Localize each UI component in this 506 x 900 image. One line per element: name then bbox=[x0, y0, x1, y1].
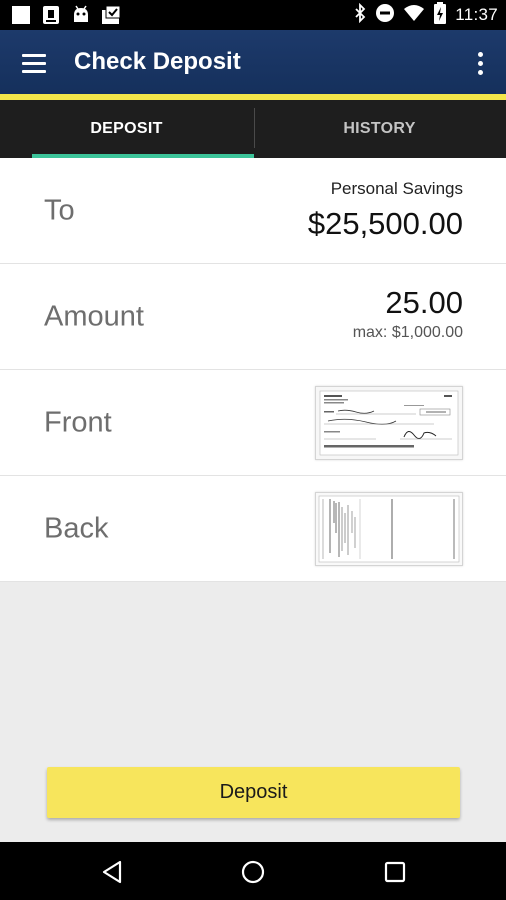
account-balance: $25,500.00 bbox=[307, 206, 463, 241]
tab-bar: DEPOSIT HISTORY bbox=[0, 100, 506, 158]
bluetooth-icon bbox=[353, 2, 367, 28]
amount-row[interactable]: Amount 25.00 max: $1,000.00 bbox=[0, 264, 506, 370]
tab-history[interactable]: HISTORY bbox=[253, 100, 506, 158]
sim-card-icon bbox=[40, 4, 62, 26]
notification-icons bbox=[10, 4, 122, 26]
to-label: To bbox=[44, 194, 75, 226]
back-image-row[interactable]: Back bbox=[0, 476, 506, 582]
check-back-image[interactable] bbox=[315, 492, 463, 566]
front-image-row[interactable]: Front bbox=[0, 370, 506, 476]
clock: 11:37 bbox=[455, 5, 498, 24]
battery-charging-icon bbox=[433, 1, 447, 29]
front-label: Front bbox=[44, 406, 112, 438]
do-not-disturb-icon bbox=[375, 3, 395, 28]
amount-max: max: $1,000.00 bbox=[352, 324, 463, 341]
amount-value: 25.00 bbox=[385, 285, 463, 320]
tab-deposit[interactable]: DEPOSIT bbox=[0, 100, 253, 158]
navigation-bar bbox=[0, 842, 506, 900]
photo-check-icon bbox=[100, 4, 122, 26]
status-bar: 11:37 bbox=[0, 0, 506, 30]
android-icon bbox=[70, 4, 92, 26]
app-bar: Check Deposit bbox=[0, 30, 506, 94]
system-icons: 11:37 bbox=[353, 0, 498, 30]
more-vert-icon[interactable] bbox=[468, 48, 492, 78]
page-title: Check Deposit bbox=[74, 48, 241, 75]
amount-label: Amount bbox=[44, 300, 144, 332]
check-front-image[interactable] bbox=[315, 386, 463, 460]
recents-icon[interactable] bbox=[373, 850, 417, 894]
wifi-icon bbox=[403, 3, 425, 28]
back-label: Back bbox=[44, 512, 109, 544]
back-icon[interactable] bbox=[90, 850, 134, 894]
tab-divider bbox=[254, 108, 255, 148]
home-icon[interactable] bbox=[231, 850, 275, 894]
account-name: Personal Savings bbox=[330, 179, 463, 198]
to-account-row[interactable]: To Personal Savings $25,500.00 bbox=[0, 158, 506, 264]
hamburger-menu-icon[interactable] bbox=[14, 45, 54, 81]
deposit-form: To Personal Savings $25,500.00 Amount 25… bbox=[0, 158, 506, 582]
deposit-button[interactable]: Deposit bbox=[47, 767, 460, 818]
white-square-icon bbox=[10, 4, 32, 26]
